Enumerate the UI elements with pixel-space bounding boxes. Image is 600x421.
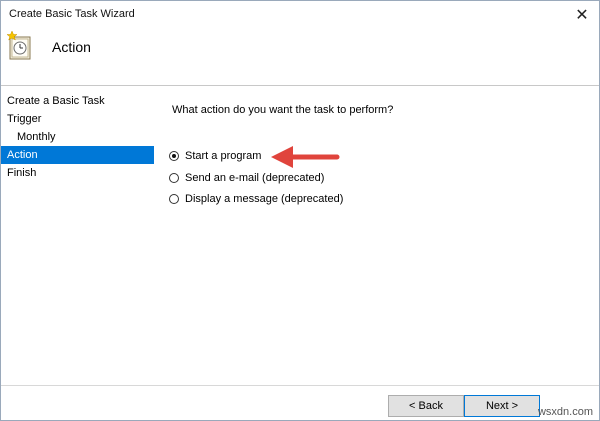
radio-label: Start a program [185,150,262,162]
sidebar-item-create-basic-task[interactable]: Create a Basic Task [1,92,154,110]
watermark-text: wsxdn.com [537,406,593,418]
back-button[interactable]: < Back [388,395,464,417]
page-title: Action [52,39,91,55]
task-clock-icon [7,31,31,60]
radio-label: Send an e-mail (deprecated) [185,172,325,184]
sidebar-item-action[interactable]: Action [1,146,154,164]
wizard-content: What action do you want the task to perf… [161,86,599,386]
radio-button-checked[interactable] [169,151,179,161]
radio-start-program[interactable]: Start a program [169,148,261,164]
radio-display-message[interactable]: Display a message (deprecated) [169,191,343,207]
sidebar-item-label: Monthly [17,131,56,143]
radio-button[interactable] [169,173,179,183]
footer-divider [1,385,599,386]
action-question: What action do you want the task to perf… [172,104,394,116]
close-icon[interactable]: ✕ [565,1,599,29]
wizard-steps-sidebar: Create a Basic Task Trigger Monthly Acti… [1,86,161,420]
window-title: Create Basic Task Wizard [9,8,135,20]
sidebar-item-label: Action [7,149,38,161]
radio-button[interactable] [169,194,179,204]
sidebar-item-label: Finish [7,167,37,179]
sidebar-item-trigger[interactable]: Trigger [1,110,154,128]
sidebar-item-finish[interactable]: Finish [1,164,154,182]
annotation-arrow-icon [271,146,340,168]
radio-label: Display a message (deprecated) [185,193,344,205]
sidebar-item-label: Trigger [7,113,42,125]
wizard-window: Create Basic Task Wizard ✕ Action Create… [0,0,600,421]
title-bar: Create Basic Task Wizard ✕ [1,1,599,29]
sidebar-item-monthly[interactable]: Monthly [1,128,154,146]
next-button[interactable]: Next > [464,395,540,417]
sidebar-item-label: Create a Basic Task [7,95,105,107]
wizard-header: Action [1,29,599,67]
